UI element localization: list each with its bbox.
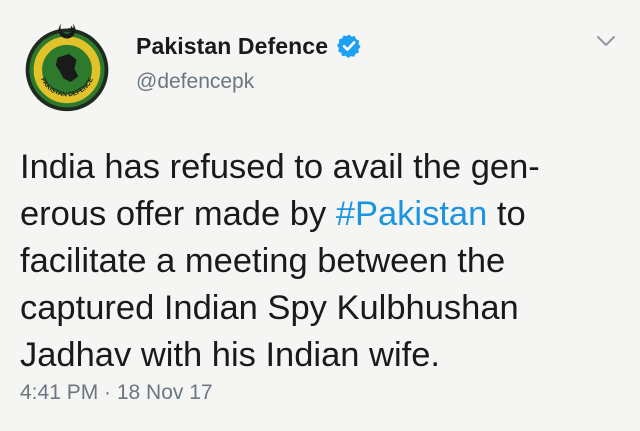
avatar[interactable]: PAKISTAN DEFENCE (20, 20, 114, 114)
hashtag-link[interactable]: #Pakistan (336, 195, 488, 233)
tweet-text-segment: erous offer made by (20, 195, 336, 233)
tweet-card: PAKISTAN DEFENCE Pakistan Defence @defen… (0, 0, 640, 431)
account-name-row: Pakistan Defence (136, 30, 362, 62)
tweet-line: facilitate a meeting between the (20, 242, 506, 280)
tweet-line: India has refused to avail the gen- (20, 148, 540, 186)
tweet-text: India has refused to avail the gen- erou… (20, 144, 624, 379)
tweet-text-segment: to (487, 195, 526, 233)
display-name[interactable]: Pakistan Defence (136, 33, 328, 60)
chevron-down-icon[interactable] (594, 32, 618, 52)
verified-badge-icon (336, 33, 362, 59)
tweet-line: Jadhav with his Indian wife. (20, 336, 440, 374)
account-handle[interactable]: @defencepk (136, 70, 254, 94)
tweet-line: captured Indian Spy Kulbhushan (20, 289, 519, 327)
pakistan-defence-emblem-icon: PAKISTAN DEFENCE (25, 23, 109, 112)
tweet-line: erous offer made by #Pakistan to (20, 191, 624, 238)
tweet-timestamp[interactable]: 4:41 PM · 18 Nov 17 (20, 381, 213, 405)
